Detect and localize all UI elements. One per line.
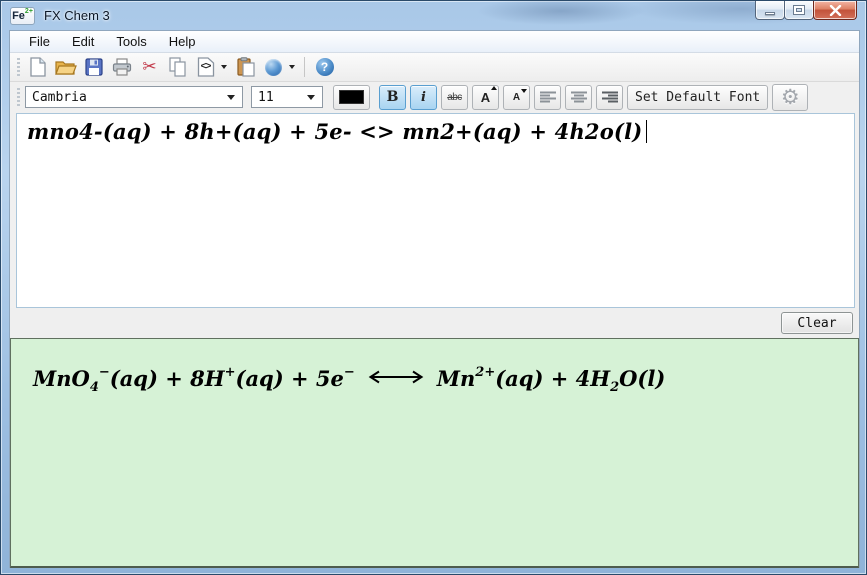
align-center-icon — [571, 91, 587, 104]
help-button[interactable]: ? — [312, 55, 337, 80]
text-caret — [646, 120, 647, 143]
equation-segment: Mn — [437, 366, 476, 391]
gear-icon: ⚙ — [781, 87, 800, 108]
equation-segment: + — [225, 365, 236, 380]
minimize-icon — [765, 12, 775, 15]
equation-segment: (aq) + 8H — [110, 366, 225, 391]
equation-segment: 2 — [610, 380, 619, 395]
open-folder-icon — [55, 58, 77, 76]
align-left-icon — [540, 91, 556, 104]
print-button[interactable] — [109, 55, 134, 80]
new-document-icon — [30, 57, 46, 77]
print-icon — [112, 58, 132, 76]
web-link-button[interactable] — [261, 55, 286, 80]
equation-segment: O(l) — [619, 366, 665, 391]
font-color-button[interactable] — [333, 85, 370, 110]
chevron-down-icon — [227, 95, 235, 100]
close-icon — [829, 5, 842, 16]
font-family-select[interactable]: Cambria — [25, 86, 243, 108]
clear-button-label: Clear — [797, 316, 836, 331]
code-view-dropdown-icon[interactable] — [221, 65, 227, 69]
equation-segment: MnO — [33, 366, 90, 391]
equation-segment: 4 — [90, 380, 99, 395]
help-icon: ? — [316, 58, 334, 76]
clear-strip: Clear — [10, 308, 859, 338]
strikethrough-button[interactable]: abc — [441, 85, 468, 110]
bold-label: B — [387, 89, 399, 105]
triangle-down-icon — [521, 89, 527, 93]
font-size-select[interactable]: 11 — [251, 86, 323, 108]
toolbar-separator — [304, 57, 305, 77]
window-title: FX Chem 3 — [44, 8, 110, 23]
align-right-button[interactable] — [596, 85, 623, 110]
chevron-down-icon — [307, 95, 315, 100]
format-toolbar-grip — [17, 88, 20, 106]
main-toolbar: ✂ <> — [10, 53, 859, 82]
close-button[interactable] — [813, 1, 857, 20]
cut-button[interactable]: ✂ — [137, 55, 162, 80]
app-icon: Fe2+ — [10, 7, 35, 25]
menu-file[interactable]: File — [18, 32, 61, 51]
align-right-icon — [602, 91, 618, 104]
align-left-button[interactable] — [534, 85, 561, 110]
open-button[interactable] — [53, 55, 78, 80]
restore-button[interactable] — [784, 1, 814, 20]
align-center-button[interactable] — [565, 85, 592, 110]
restore-icon — [794, 6, 804, 14]
equation-segment: (aq) + 5e — [236, 366, 344, 391]
paste-icon — [237, 57, 255, 77]
color-swatch-icon — [339, 90, 364, 104]
equation-segment: − — [344, 365, 355, 380]
app-icon-element: Fe — [12, 10, 25, 22]
equation-segment: (aq) + 4H — [495, 366, 610, 391]
app-window: Fe2+ FX Chem 3 File Edit Tools Help — [0, 0, 867, 575]
title-bar: Fe2+ FX Chem 3 — [1, 1, 866, 30]
client-area: File Edit Tools Help — [9, 30, 860, 568]
grow-font-label: A — [481, 90, 490, 105]
equation-input[interactable]: mno4-(aq) + 8h+(aq) + 5e- <> mn2+(aq) + … — [16, 113, 855, 308]
strikethrough-label: abc — [447, 92, 462, 103]
equation-segment: − — [99, 365, 110, 380]
menu-bar: File Edit Tools Help — [10, 31, 859, 53]
font-family-value: Cambria — [32, 90, 87, 105]
app-icon-charge: 2+ — [25, 8, 33, 15]
code-view-button[interactable]: <> — [193, 55, 218, 80]
equation-input-text: mno4-(aq) + 8h+(aq) + 5e- <> mn2+(aq) + … — [27, 119, 642, 144]
copy-icon — [169, 57, 187, 77]
formatted-preview-panel: MnO4−(aq) + 8H+(aq) + 5e−Mn2+(aq) + 4H2O… — [10, 338, 859, 568]
menu-tools[interactable]: Tools — [105, 32, 157, 51]
shrink-font-button[interactable]: A — [503, 85, 530, 110]
shrink-font-label: A — [513, 92, 520, 103]
format-toolbar: Cambria 11 B i abc A A — [10, 82, 859, 112]
set-default-font-label: Set Default Font — [635, 90, 760, 105]
clear-button[interactable]: Clear — [781, 312, 853, 334]
equation-segment: 2+ — [475, 365, 495, 380]
menu-edit[interactable]: Edit — [61, 32, 105, 51]
formatted-equation: MnO4−(aq) + 8H+(aq) + 5e−Mn2+(aq) + 4H2O… — [33, 364, 848, 391]
italic-button[interactable]: i — [410, 85, 437, 110]
triangle-up-icon — [491, 86, 497, 90]
font-size-value: 11 — [258, 90, 274, 105]
equilibrium-arrow-icon — [367, 364, 425, 389]
cut-icon: ✂ — [142, 59, 156, 76]
code-view-icon: <> — [197, 57, 215, 77]
grow-font-button[interactable]: A — [472, 85, 499, 110]
web-link-dropdown-icon[interactable] — [289, 65, 295, 69]
minimize-button[interactable] — [755, 1, 785, 20]
bold-button[interactable]: B — [379, 85, 406, 110]
save-icon — [85, 58, 103, 76]
copy-button[interactable] — [165, 55, 190, 80]
settings-button[interactable]: ⚙ — [772, 84, 808, 111]
paste-button[interactable] — [233, 55, 258, 80]
toolbar-grip — [17, 58, 20, 76]
web-link-icon — [265, 59, 282, 76]
save-button[interactable] — [81, 55, 106, 80]
editor-zone: mno4-(aq) + 8h+(aq) + 5e- <> mn2+(aq) + … — [10, 112, 859, 308]
window-controls — [756, 1, 857, 20]
new-button[interactable] — [25, 55, 50, 80]
italic-label: i — [421, 90, 426, 105]
set-default-font-button[interactable]: Set Default Font — [627, 85, 768, 110]
menu-help[interactable]: Help — [158, 32, 207, 51]
